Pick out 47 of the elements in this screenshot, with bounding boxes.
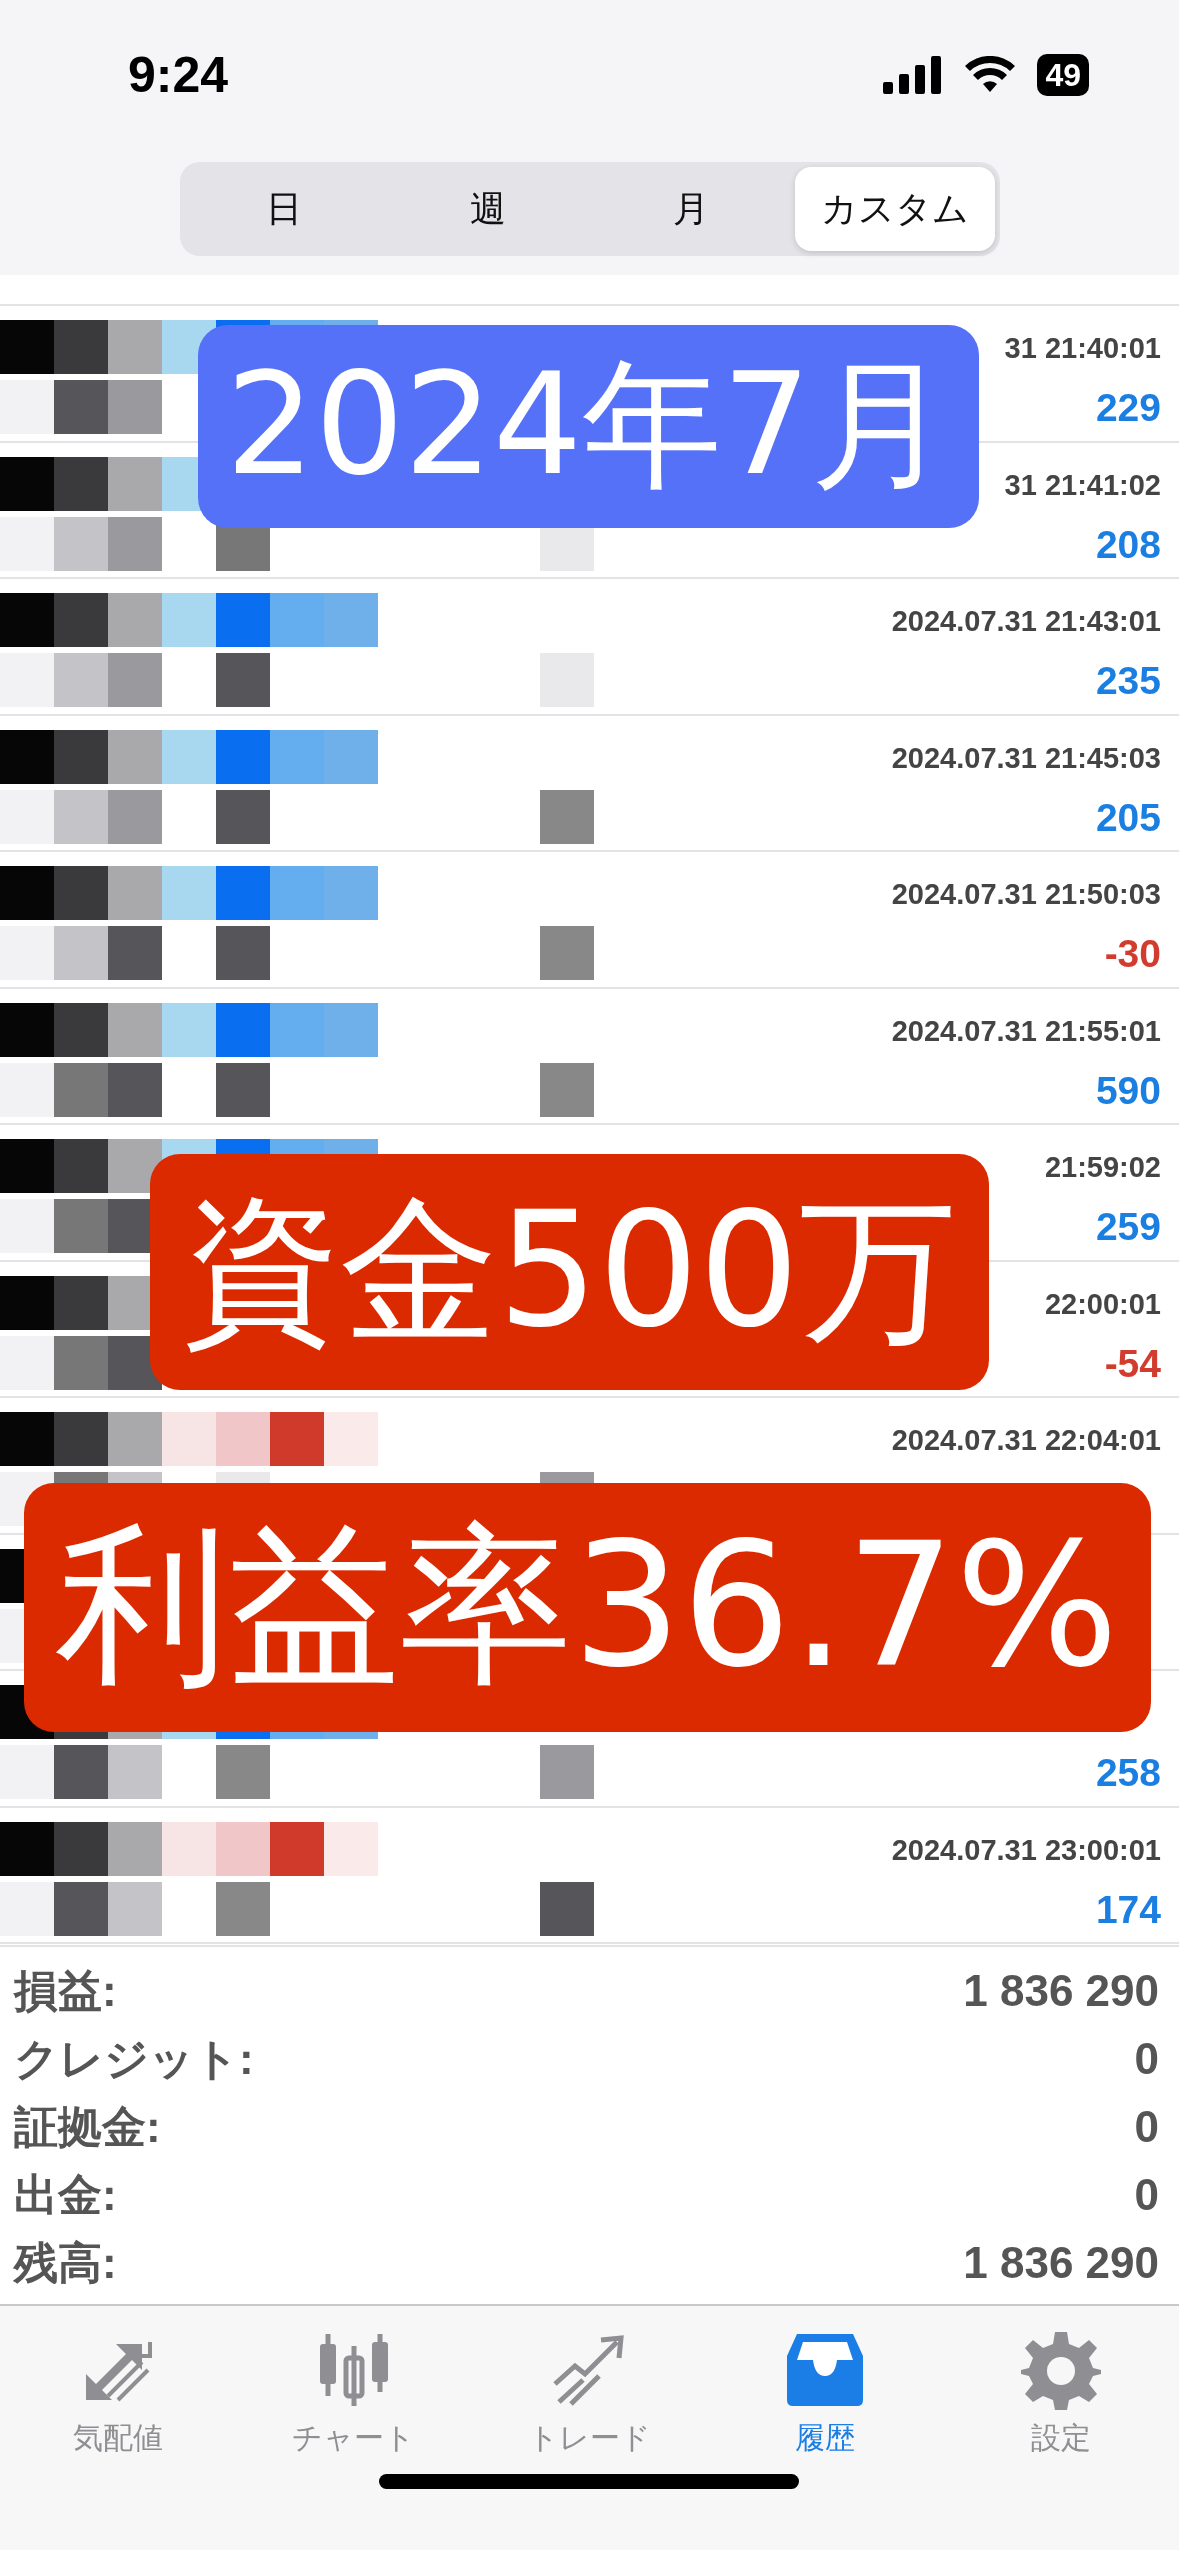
battery-indicator: 49 bbox=[1037, 54, 1089, 96]
profit-value: -30 bbox=[1104, 931, 1161, 977]
profit-value: 174 bbox=[1095, 1886, 1161, 1933]
caption-banner: 2024年7月 bbox=[198, 325, 979, 528]
summary-label: クレジット: bbox=[14, 2032, 254, 2085]
clock-time: 9:24 bbox=[128, 46, 229, 104]
summary-label: 出金: bbox=[14, 2168, 117, 2221]
trade-time: 2024.07.31 21:45:03 bbox=[891, 740, 1161, 776]
trade-time: 2024.07.31 21:55:01 bbox=[891, 1013, 1161, 1049]
tab-bar-item[interactable]: トレード bbox=[471, 2330, 708, 2550]
period-tab[interactable]: カスタム bbox=[795, 167, 995, 251]
profit-value: 208 bbox=[1095, 521, 1161, 568]
trade-time: 2024.07.31 23:00:01 bbox=[891, 1832, 1161, 1868]
summary-value: 1 836 290 bbox=[963, 1966, 1159, 2016]
signal-icon bbox=[883, 56, 944, 94]
summary-label: 証拠金: bbox=[14, 2100, 161, 2153]
profit-value: 259 bbox=[1095, 1204, 1161, 1250]
profit-value: 235 bbox=[1095, 658, 1161, 704]
trade-time: 2024.07.31 21:50:03 bbox=[891, 877, 1161, 912]
summary-value: 0 bbox=[1134, 2034, 1159, 2084]
tab-bar-item[interactable]: 設定 bbox=[943, 2330, 1179, 2550]
profit-value: 229 bbox=[1095, 385, 1161, 431]
trade-time: 21:59:02 bbox=[1044, 1150, 1161, 1185]
summary-value: 0 bbox=[1134, 2102, 1159, 2152]
summary-value: 0 bbox=[1134, 2170, 1159, 2220]
summary-label: 残高: bbox=[14, 2236, 117, 2289]
profit-value: 590 bbox=[1095, 1067, 1161, 1114]
trade-time: 2024.07.31 21:43:01 bbox=[891, 604, 1161, 639]
summary-value: 1 836 290 bbox=[963, 2238, 1159, 2288]
settings-icon bbox=[1021, 2330, 1102, 2410]
tab-bar-item[interactable]: チャート bbox=[235, 2330, 472, 2550]
period-tab[interactable]: 月 bbox=[591, 167, 791, 251]
caption-banner: 利益率36.7% bbox=[24, 1483, 1151, 1732]
trade-time: 31 21:40:01 bbox=[1004, 331, 1161, 366]
trade-time: 31 21:41:02 bbox=[1004, 467, 1161, 503]
tab-bar-item[interactable]: 履歴 bbox=[707, 2330, 944, 2550]
caption-banner: 資金500万 bbox=[150, 1154, 989, 1390]
profit-value: -54 bbox=[1104, 1340, 1161, 1387]
tab-bar-item[interactable]: 気配値 bbox=[0, 2330, 236, 2550]
trade-time: 2024.07.31 22:04:01 bbox=[891, 1423, 1161, 1458]
profit-value: 258 bbox=[1095, 1750, 1161, 1796]
wifi-icon bbox=[965, 56, 1016, 94]
period-tab[interactable]: 日 bbox=[184, 167, 384, 251]
trade-time: 22:00:01 bbox=[1044, 1286, 1161, 1322]
summary-label: 損益: bbox=[14, 1964, 117, 2017]
period-tab[interactable]: 週 bbox=[388, 167, 588, 251]
profit-value: 205 bbox=[1095, 794, 1161, 841]
